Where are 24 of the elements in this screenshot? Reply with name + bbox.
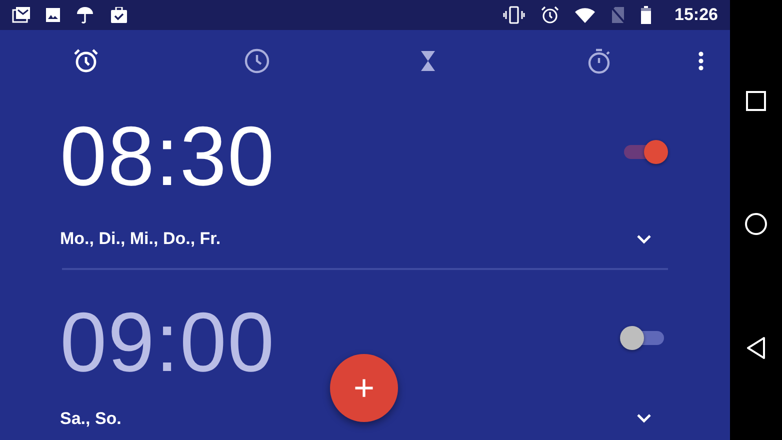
recents-icon[interactable] bbox=[746, 91, 766, 111]
alarm-clock-icon bbox=[540, 6, 559, 24]
repeat-days: Sa., So. bbox=[60, 406, 122, 431]
no-sim-icon bbox=[610, 6, 625, 24]
home-icon[interactable] bbox=[745, 213, 767, 235]
clock-time: 15:26 bbox=[674, 4, 718, 26]
vibrate-icon bbox=[502, 6, 525, 24]
clock-icon bbox=[244, 48, 270, 74]
mail-icon bbox=[12, 7, 30, 23]
back-icon[interactable] bbox=[746, 337, 766, 359]
umbrella-icon bbox=[76, 6, 94, 24]
more-vertical-icon bbox=[698, 50, 704, 71]
alarm-time[interactable]: 08:30 bbox=[60, 114, 276, 198]
briefcase-check-icon bbox=[110, 7, 128, 23]
wifi-icon bbox=[574, 7, 595, 23]
add-alarm-button[interactable]: + bbox=[330, 354, 398, 422]
alarm-clock-icon bbox=[72, 48, 98, 74]
alarm-time[interactable]: 09:00 bbox=[60, 300, 276, 384]
battery-icon bbox=[640, 6, 651, 24]
chevron-down-icon[interactable] bbox=[636, 234, 652, 244]
stopwatch-icon bbox=[586, 48, 612, 74]
repeat-days: Mo., Di., Mi., Do., Fr. bbox=[60, 226, 221, 252]
image-icon bbox=[46, 8, 60, 22]
chevron-down-icon[interactable] bbox=[636, 413, 652, 424]
